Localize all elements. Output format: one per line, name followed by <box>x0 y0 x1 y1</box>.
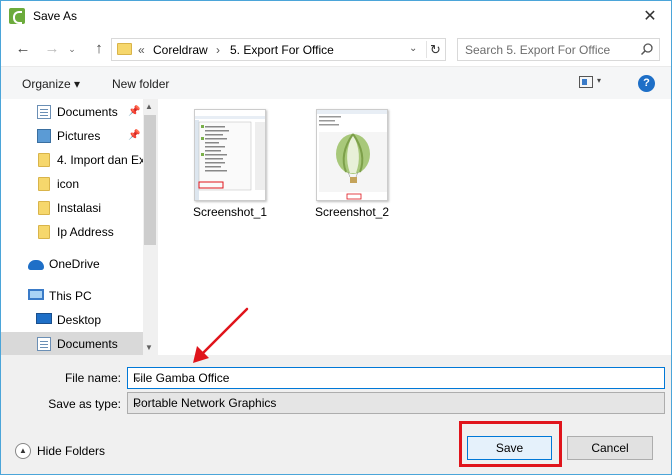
sidebar-item-pictures[interactable]: Pictures 📌 <box>1 124 143 148</box>
sidebar-item-ip-address[interactable]: Ip Address <box>1 220 143 244</box>
file-name-label: Screenshot_2 <box>314 205 390 219</box>
sidebar-item-documents[interactable]: Documents <box>1 332 143 355</box>
sidebar-item-import-dan-ex[interactable]: 4. Import dan Ex <box>1 148 146 172</box>
document-icon <box>37 337 51 351</box>
menu-screenshot-thumbnail-image <box>195 110 265 200</box>
save-button[interactable]: Save <box>467 436 552 460</box>
address-dropdown-chevron-icon[interactable]: ⌄ <box>409 43 417 54</box>
computer-icon <box>28 289 44 300</box>
sidebar-item-label: Documents <box>57 337 118 351</box>
sidebar-item-onedrive[interactable]: OneDrive <box>1 252 143 276</box>
balloon-screenshot-thumbnail-image <box>317 110 387 200</box>
save-as-type-chevron-icon[interactable]: ⌄ <box>133 396 659 410</box>
file-name-field[interactable]: File Gamba Office ⌄ <box>127 367 665 389</box>
sidebar-item-this-pc[interactable]: This PC <box>1 284 143 308</box>
sidebar-item-label: Instalasi <box>57 201 102 215</box>
view-options-chevron-icon[interactable]: ▾ <box>597 76 601 85</box>
sidebar-item-documents-quick[interactable]: Documents 📌 <box>1 100 143 124</box>
file-name-label: File name: <box>64 371 121 385</box>
desktop-icon <box>36 313 52 324</box>
onedrive-icon <box>28 260 44 270</box>
command-toolbar: Organize ▾ New folder ▾ ? <box>1 66 671 99</box>
search-box[interactable] <box>457 38 660 61</box>
file-item-screenshot-2[interactable]: Screenshot_2 <box>307 99 397 219</box>
pin-icon[interactable]: 📌 <box>128 106 140 117</box>
help-icon[interactable]: ? <box>638 75 655 92</box>
navigation-bar: ← → ⌄ ↑ « Coreldraw › 5. Export For Offi… <box>1 32 671 66</box>
sidebar-item-label: This PC <box>49 289 92 303</box>
folder-icon <box>38 177 50 191</box>
scroll-up-arrow-icon[interactable]: ▲ <box>145 102 153 111</box>
sidebar-item-label: Documents <box>57 105 118 119</box>
pictures-icon <box>37 129 51 143</box>
sidebar-item-label: icon <box>57 177 80 191</box>
change-view-icon[interactable] <box>579 76 593 88</box>
scroll-down-arrow-icon[interactable]: ▼ <box>145 343 153 352</box>
breadcrumb-overflow[interactable]: « <box>138 43 145 57</box>
organize-menu[interactable]: Organize ▾ <box>22 77 80 91</box>
cancel-button[interactable]: Cancel <box>567 436 653 460</box>
navigation-pane: Documents 📌 Pictures 📌 4. Import dan Ex … <box>1 99 157 355</box>
sidebar-item-label: OneDrive <box>49 257 100 271</box>
navigation-pane-scrollbar[interactable]: ▲ ▼ <box>143 99 157 355</box>
sidebar-item-label: Ip Address <box>57 225 114 239</box>
file-item-screenshot-1[interactable]: Screenshot_1 <box>185 99 275 219</box>
file-name-dropdown-chevron-icon[interactable]: ⌄ <box>133 371 659 385</box>
file-name-label: Screenshot_1 <box>192 205 268 219</box>
sidebar-item-label: Pictures <box>57 129 101 143</box>
folder-icon <box>38 201 50 215</box>
screenshot-thumbnail <box>316 109 388 201</box>
forward-arrow-icon[interactable]: → <box>43 40 61 58</box>
search-icon[interactable] <box>640 42 654 56</box>
save-as-dialog: Save As ✕ ← → ⌄ ↑ « Coreldraw › 5. Expor… <box>0 0 672 475</box>
folder-icon <box>38 153 50 167</box>
annotation-arrow-icon <box>193 307 249 363</box>
address-bar[interactable]: « Coreldraw › 5. Export For Office ⌄ ↻ <box>111 38 446 61</box>
sidebar-item-label: 4. Import dan Ex <box>57 153 146 167</box>
breadcrumb-coreldraw[interactable]: Coreldraw <box>153 43 208 57</box>
search-input[interactable] <box>465 43 635 57</box>
sidebar-item-label: Desktop <box>57 313 102 327</box>
sidebar-item-instalasi[interactable]: Instalasi <box>1 196 143 220</box>
folder-icon <box>117 43 132 55</box>
document-icon <box>37 105 51 119</box>
save-as-type-select[interactable]: Portable Network Graphics ⌄ <box>127 392 665 414</box>
refresh-icon[interactable]: ↻ <box>426 41 444 58</box>
coreldraw-app-icon <box>9 8 25 24</box>
screenshot-thumbnail <box>194 109 266 201</box>
folder-icon <box>38 225 50 239</box>
collapse-up-icon[interactable]: ▲ <box>15 443 31 459</box>
back-arrow-icon[interactable]: ← <box>14 40 32 58</box>
save-as-type-label: Save as type: <box>48 397 121 411</box>
up-arrow-icon[interactable]: ↑ <box>90 40 108 58</box>
window-title: Save As <box>33 9 78 23</box>
new-folder-button[interactable]: New folder <box>112 77 169 91</box>
title-bar: Save As ✕ <box>1 1 671 32</box>
scrollbar-thumb[interactable] <box>144 115 156 245</box>
sidebar-item-icon[interactable]: icon <box>1 172 143 196</box>
breadcrumb-export-for-office[interactable]: 5. Export For Office <box>230 43 334 57</box>
hide-folders-label[interactable]: Hide Folders <box>37 444 105 458</box>
recent-locations-chevron-icon[interactable]: ⌄ <box>63 40 81 58</box>
breadcrumb-separator[interactable]: › <box>216 43 220 57</box>
close-button[interactable]: ✕ <box>635 4 665 28</box>
pin-icon[interactable]: 📌 <box>128 130 140 141</box>
sidebar-item-desktop[interactable]: Desktop <box>1 308 143 332</box>
